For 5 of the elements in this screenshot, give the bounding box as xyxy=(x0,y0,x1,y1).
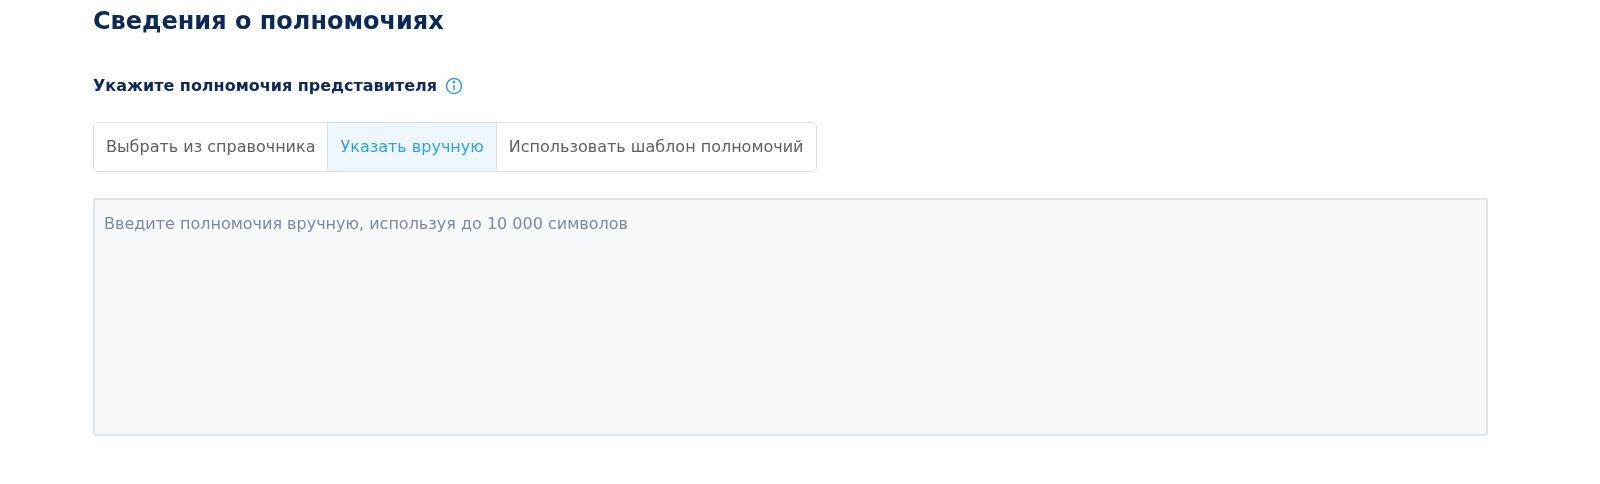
powers-textarea[interactable]: Введите полномочия вручную, используя до 10 000 символов xyxy=(93,198,1488,436)
field-label: Укажите полномочия представителя xyxy=(93,75,438,97)
tab[interactable]: Использовать шаблон полномочий xyxy=(495,123,816,171)
info-icon[interactable] xyxy=(445,77,464,95)
section-title: Сведения о полномочиях xyxy=(93,6,445,36)
